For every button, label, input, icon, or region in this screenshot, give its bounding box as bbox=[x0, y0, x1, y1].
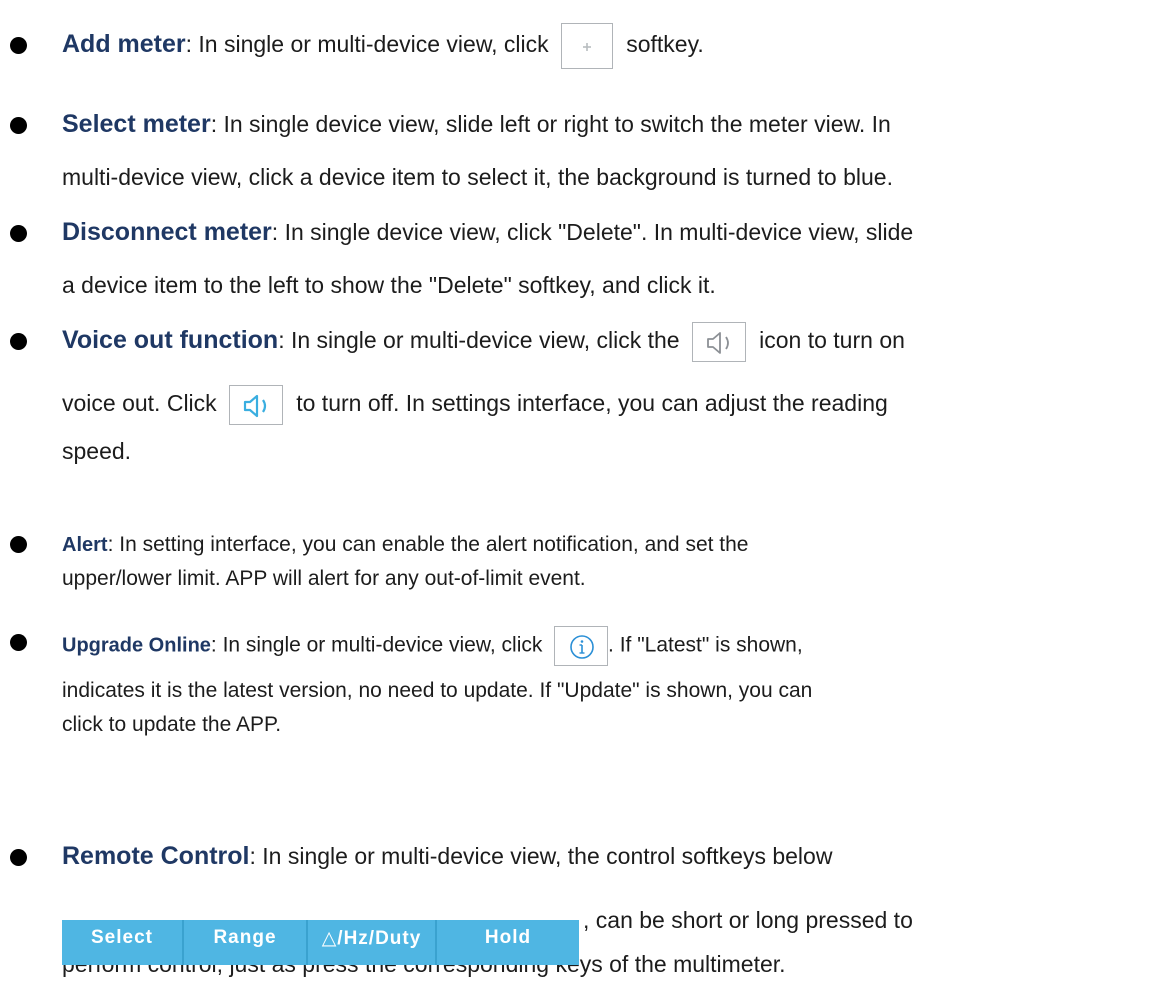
item-line: Remote Control: In single or multi-devic… bbox=[62, 830, 1147, 883]
item-title: Upgrade Online bbox=[62, 634, 211, 657]
bullet bbox=[10, 37, 27, 54]
item-content: Upgrade Online: In single or multi-devic… bbox=[62, 626, 1147, 742]
item-text: softkey. bbox=[626, 31, 704, 57]
item-content: Add meter: In single or multi-device vie… bbox=[62, 18, 1147, 71]
item-title: Add meter bbox=[62, 30, 186, 58]
item-text: : In single or multi-device view, click … bbox=[278, 327, 680, 353]
item-text: : In setting interface, you can enable t… bbox=[107, 533, 749, 556]
info-icon[interactable] bbox=[554, 626, 609, 666]
speaker-on-icon[interactable] bbox=[229, 384, 284, 425]
item-line: Alert: In setting interface, you can ena… bbox=[62, 528, 1147, 562]
item-line: Disconnect meter: In single device view,… bbox=[62, 206, 1147, 259]
plus-icon[interactable] bbox=[561, 22, 614, 69]
bullet bbox=[10, 634, 27, 651]
item-content: Disconnect meter: In single device view,… bbox=[62, 206, 1147, 312]
item-line: Voice out function: In single or multi-d… bbox=[62, 314, 1147, 367]
softkey-range[interactable]: Range bbox=[184, 920, 308, 965]
item-content: Voice out function: In single or multi-d… bbox=[62, 314, 1147, 463]
item-title: Voice out function bbox=[62, 326, 279, 354]
item-line: speed. bbox=[62, 438, 132, 464]
item-content: Select meter: In single device view, sli… bbox=[62, 98, 1147, 204]
speaker-off-icon[interactable] bbox=[692, 321, 747, 362]
item-text: icon to turn on bbox=[759, 327, 905, 353]
item-title: Select meter bbox=[62, 110, 211, 138]
item-text: : In single device view, slide left or r… bbox=[210, 111, 891, 137]
item-line: indicates it is the latest version, no n… bbox=[62, 679, 813, 702]
item-title: Disconnect meter bbox=[62, 218, 272, 246]
item-line: a device item to the left to show the "D… bbox=[62, 272, 716, 298]
item-text: In single or multi-device view, click bbox=[198, 31, 549, 57]
bullet bbox=[10, 333, 27, 350]
item-text: : In single or multi-device view, click bbox=[210, 633, 543, 657]
item-line: multi-device view, click a device item t… bbox=[62, 164, 893, 190]
item-line: voice out. Click to turn off. In setting… bbox=[62, 367, 1147, 439]
softkey-hold[interactable]: Hold bbox=[437, 920, 579, 965]
bullet bbox=[10, 117, 27, 134]
softkey-hz-duty[interactable]: △/Hz/Duty bbox=[308, 920, 437, 965]
item-title: Remote Control bbox=[62, 842, 250, 870]
item-line: Add meter: In single or multi-device vie… bbox=[62, 18, 1147, 71]
bullet bbox=[10, 536, 27, 553]
item-text: . If "Latest" is shown, bbox=[608, 633, 803, 657]
item-line: upper/lower limit. APP will alert for an… bbox=[62, 567, 586, 590]
item-line: Select meter: In single device view, sli… bbox=[62, 98, 1147, 151]
item-text: to turn off. In settings interface, you … bbox=[296, 390, 888, 416]
bullet bbox=[10, 849, 27, 866]
softkey-select[interactable]: Select bbox=[62, 920, 184, 965]
softkey-bar: Select Range △/Hz/Duty Hold bbox=[62, 920, 579, 965]
item-line: Upgrade Online: In single or multi-devic… bbox=[62, 626, 1147, 666]
item-content: Alert: In setting interface, you can ena… bbox=[62, 528, 1147, 596]
item-line: click to update the APP. bbox=[62, 713, 282, 736]
bullet bbox=[10, 225, 27, 242]
item-text: , can be short or long pressed to bbox=[583, 907, 913, 933]
item-text: : In single device view, click "Delete".… bbox=[271, 219, 914, 245]
item-text: voice out. Click bbox=[62, 390, 217, 416]
item-text: : In single or multi-device view, the co… bbox=[249, 843, 833, 869]
item-title: Alert bbox=[62, 534, 108, 556]
